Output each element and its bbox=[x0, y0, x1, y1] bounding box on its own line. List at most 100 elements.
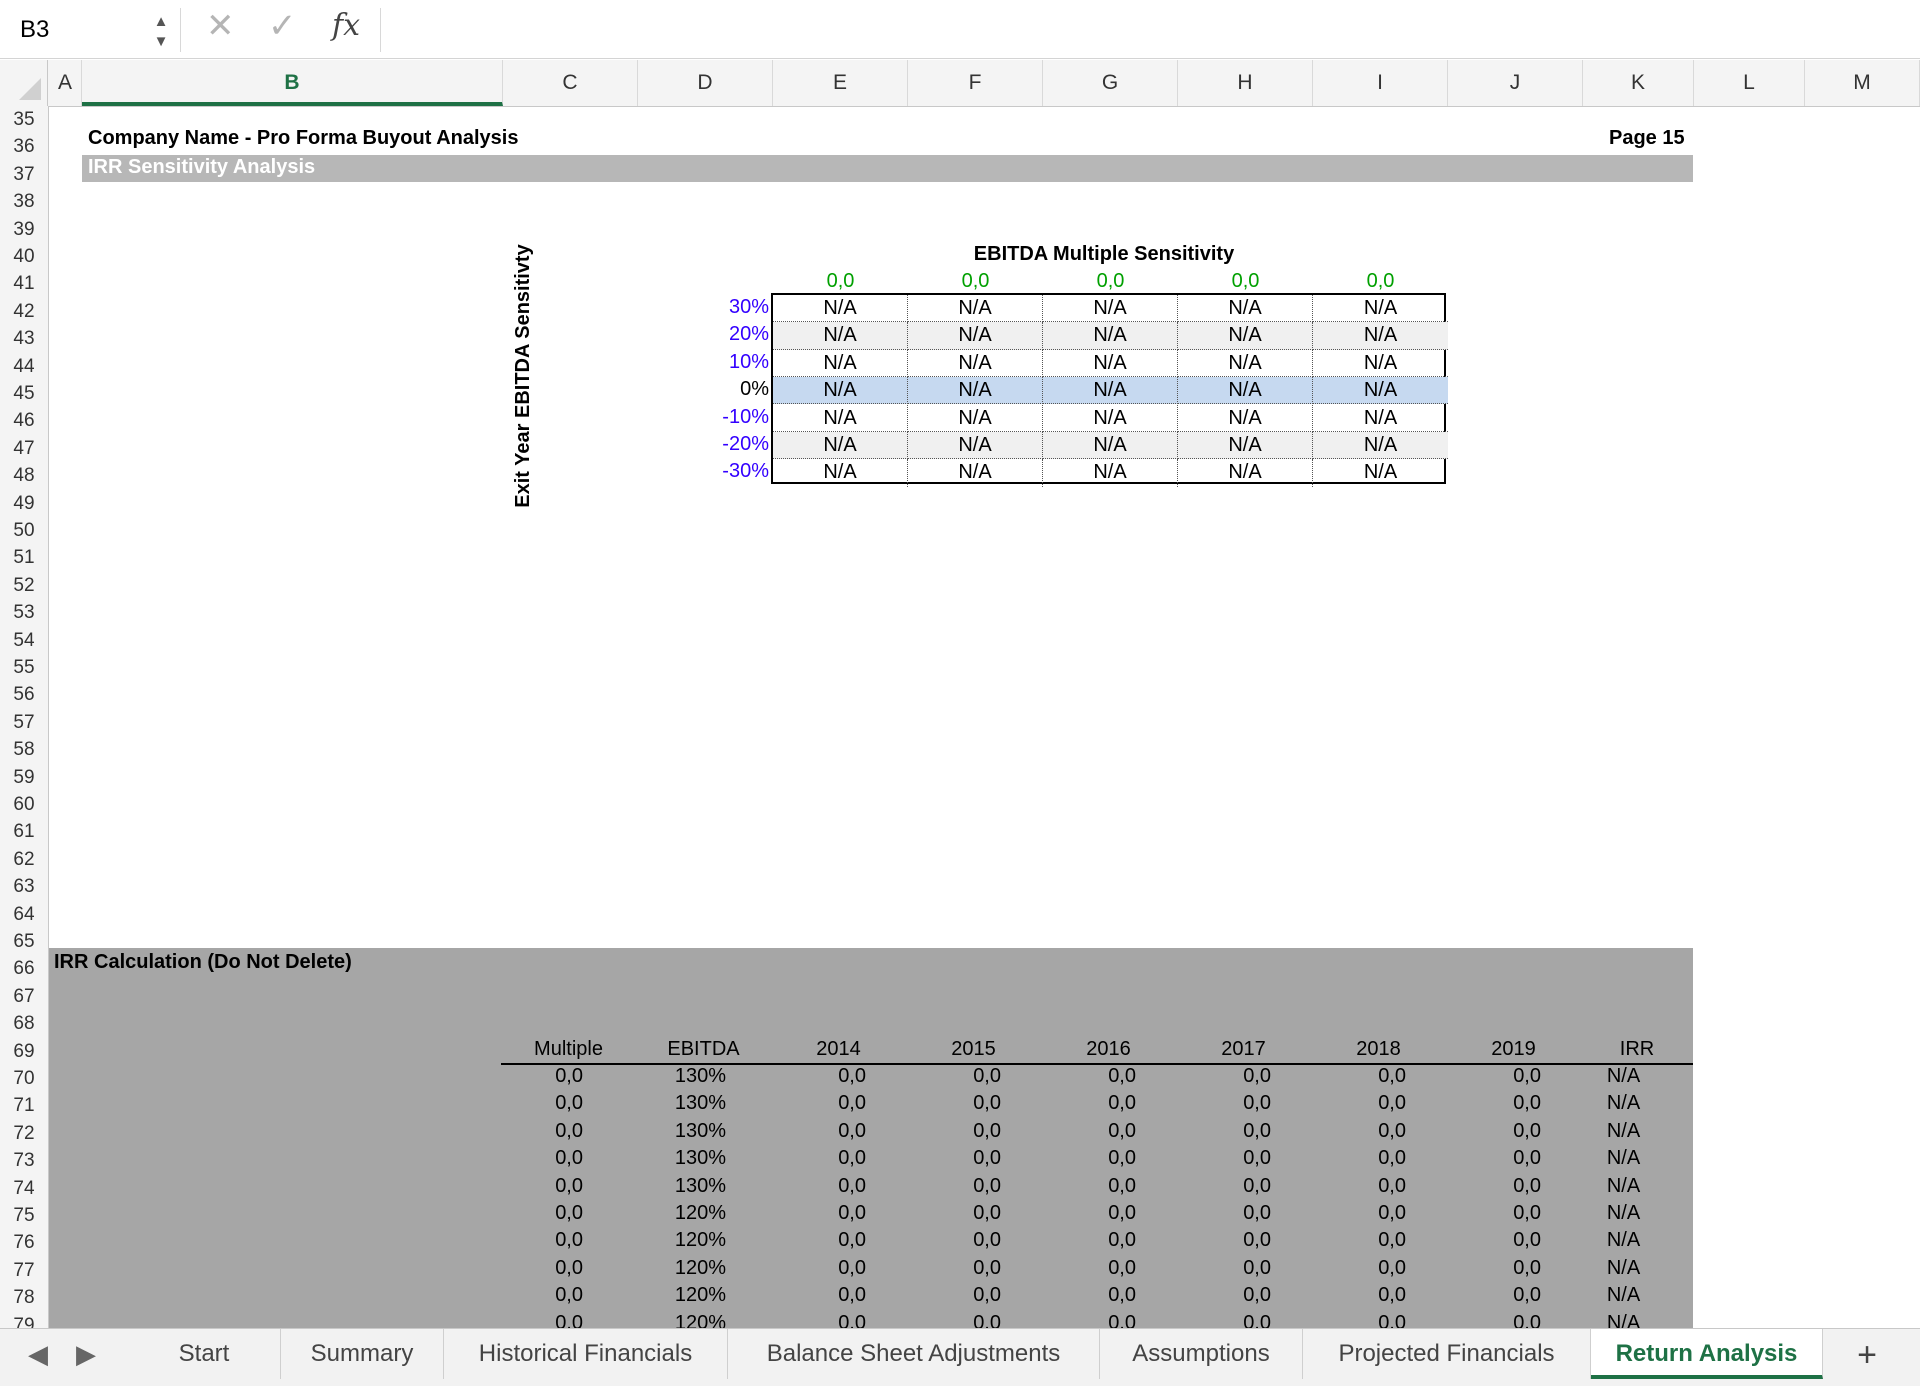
irr-cell[interactable]: 0,0 bbox=[501, 1120, 583, 1143]
irr-cell[interactable]: N/A bbox=[1581, 1202, 1666, 1225]
sensitivity-cell[interactable]: N/A bbox=[1313, 350, 1448, 378]
column-header-m[interactable]: M bbox=[1805, 60, 1920, 106]
row-header[interactable]: 39 bbox=[0, 216, 48, 243]
irr-cell[interactable]: 0,0 bbox=[1446, 1229, 1541, 1252]
irr-cell[interactable]: N/A bbox=[1581, 1120, 1666, 1143]
row-header[interactable]: 74 bbox=[0, 1175, 48, 1202]
irr-cell[interactable]: 0,0 bbox=[1311, 1202, 1406, 1225]
row-header[interactable]: 50 bbox=[0, 517, 48, 544]
sensitivity-cell[interactable]: N/A bbox=[908, 377, 1043, 405]
column-header-e[interactable]: E bbox=[773, 60, 908, 106]
row-header[interactable]: 56 bbox=[0, 681, 48, 708]
irr-cell[interactable]: 0,0 bbox=[1176, 1147, 1271, 1170]
row-header[interactable]: 38 bbox=[0, 188, 48, 215]
row-header[interactable]: 40 bbox=[0, 243, 48, 270]
row-header[interactable]: 68 bbox=[0, 1010, 48, 1037]
tab-assumptions[interactable]: Assumptions bbox=[1100, 1329, 1303, 1379]
irr-cell[interactable]: 130% bbox=[636, 1065, 726, 1088]
sensitivity-cell[interactable]: N/A bbox=[1043, 404, 1178, 432]
irr-cell[interactable]: 0,0 bbox=[1176, 1284, 1271, 1307]
row-header[interactable]: 65 bbox=[0, 928, 48, 955]
irr-cell[interactable]: 0,0 bbox=[501, 1175, 583, 1198]
tab-summary[interactable]: Summary bbox=[281, 1329, 444, 1379]
confirm-icon[interactable]: ✓ bbox=[268, 6, 297, 46]
row-header[interactable]: 41 bbox=[0, 270, 48, 297]
irr-cell[interactable]: 0,0 bbox=[1041, 1092, 1136, 1115]
column-header-c[interactable]: C bbox=[503, 60, 638, 106]
irr-cell[interactable]: 0,0 bbox=[1311, 1092, 1406, 1115]
irr-cell[interactable]: 0,0 bbox=[771, 1147, 866, 1170]
row-header[interactable]: 42 bbox=[0, 298, 48, 325]
irr-cell[interactable]: 0,0 bbox=[1041, 1147, 1136, 1170]
sensitivity-cell[interactable]: N/A bbox=[1178, 295, 1313, 323]
irr-cell[interactable]: 120% bbox=[636, 1229, 726, 1252]
irr-cell[interactable]: 0,0 bbox=[1311, 1284, 1406, 1307]
irr-cell[interactable]: 0,0 bbox=[771, 1175, 866, 1198]
irr-cell[interactable]: 0,0 bbox=[1176, 1092, 1271, 1115]
irr-cell[interactable]: 0,0 bbox=[906, 1229, 1001, 1252]
sensitivity-cell[interactable]: N/A bbox=[773, 295, 908, 323]
irr-cell[interactable]: 0,0 bbox=[501, 1257, 583, 1280]
column-header-i[interactable]: I bbox=[1313, 60, 1448, 106]
row-header[interactable]: 48 bbox=[0, 462, 48, 489]
irr-cell[interactable]: 120% bbox=[636, 1257, 726, 1280]
irr-cell[interactable]: N/A bbox=[1581, 1175, 1666, 1198]
column-header-l[interactable]: L bbox=[1694, 60, 1805, 106]
sensitivity-cell[interactable]: N/A bbox=[1043, 295, 1178, 323]
row-header[interactable]: 57 bbox=[0, 709, 48, 736]
row-header[interactable]: 79 bbox=[0, 1312, 48, 1328]
irr-cell[interactable]: 0,0 bbox=[1446, 1147, 1541, 1170]
irr-cell[interactable]: 0,0 bbox=[771, 1092, 866, 1115]
irr-cell[interactable]: 0,0 bbox=[1446, 1065, 1541, 1088]
irr-cell[interactable]: 130% bbox=[636, 1175, 726, 1198]
irr-cell[interactable]: 0,0 bbox=[501, 1147, 583, 1170]
sensitivity-cell[interactable]: N/A bbox=[1313, 322, 1448, 350]
sensitivity-cell[interactable]: N/A bbox=[1178, 377, 1313, 405]
irr-cell[interactable]: N/A bbox=[1581, 1092, 1666, 1115]
sensitivity-cell[interactable]: N/A bbox=[1178, 349, 1313, 378]
sensitivity-cell[interactable]: N/A bbox=[773, 377, 908, 405]
irr-cell[interactable]: 0,0 bbox=[771, 1284, 866, 1307]
sensitivity-cell[interactable]: N/A bbox=[1043, 377, 1178, 405]
row-header[interactable]: 35 bbox=[0, 106, 48, 133]
irr-cell[interactable]: N/A bbox=[1581, 1229, 1666, 1252]
row-header[interactable]: 61 bbox=[0, 818, 48, 845]
irr-cell[interactable]: 0,0 bbox=[1176, 1065, 1271, 1088]
tab-historical-financials[interactable]: Historical Financials bbox=[444, 1329, 728, 1379]
column-header-f[interactable]: F bbox=[908, 60, 1043, 106]
fx-icon[interactable]: fx bbox=[332, 8, 360, 43]
irr-cell[interactable]: 0,0 bbox=[906, 1120, 1001, 1143]
sensitivity-cell[interactable]: N/A bbox=[908, 295, 1043, 323]
irr-cell[interactable]: 0,0 bbox=[1041, 1065, 1136, 1088]
irr-cell[interactable]: 0,0 bbox=[1041, 1120, 1136, 1143]
sensitivity-cell[interactable]: N/A bbox=[1043, 322, 1178, 350]
row-header[interactable]: 45 bbox=[0, 380, 48, 407]
irr-cell[interactable]: 0,0 bbox=[1176, 1175, 1271, 1198]
row-header[interactable]: 59 bbox=[0, 764, 48, 791]
row-header[interactable]: 70 bbox=[0, 1065, 48, 1092]
row-header[interactable]: 37 bbox=[0, 161, 48, 188]
irr-cell[interactable]: 130% bbox=[636, 1147, 726, 1170]
irr-cell[interactable]: 0,0 bbox=[771, 1257, 866, 1280]
irr-cell[interactable]: 0,0 bbox=[501, 1284, 583, 1307]
sensitivity-cell[interactable]: N/A bbox=[773, 349, 908, 378]
irr-cell[interactable]: 0,0 bbox=[501, 1312, 583, 1328]
sensitivity-cell[interactable]: N/A bbox=[908, 432, 1043, 460]
irr-cell[interactable]: 0,0 bbox=[1446, 1175, 1541, 1198]
irr-cell[interactable]: N/A bbox=[1581, 1284, 1666, 1307]
row-header[interactable]: 66 bbox=[0, 955, 48, 982]
sensitivity-cell[interactable]: N/A bbox=[1043, 349, 1178, 378]
row-header[interactable]: 69 bbox=[0, 1038, 48, 1065]
sensitivity-cell[interactable]: N/A bbox=[908, 349, 1043, 378]
column-header-a[interactable]: A bbox=[49, 60, 82, 106]
column-header-k[interactable]: K bbox=[1583, 60, 1694, 106]
row-header[interactable]: 44 bbox=[0, 353, 48, 380]
irr-cell[interactable]: N/A bbox=[1581, 1065, 1666, 1088]
sensitivity-cell[interactable]: N/A bbox=[1313, 432, 1448, 460]
irr-cell[interactable]: 0,0 bbox=[906, 1284, 1001, 1307]
column-header-h[interactable]: H bbox=[1178, 60, 1313, 106]
row-header[interactable]: 47 bbox=[0, 435, 48, 462]
cancel-icon[interactable]: ✕ bbox=[206, 6, 235, 46]
irr-cell[interactable]: 0,0 bbox=[1176, 1257, 1271, 1280]
irr-cell[interactable]: 0,0 bbox=[906, 1147, 1001, 1170]
